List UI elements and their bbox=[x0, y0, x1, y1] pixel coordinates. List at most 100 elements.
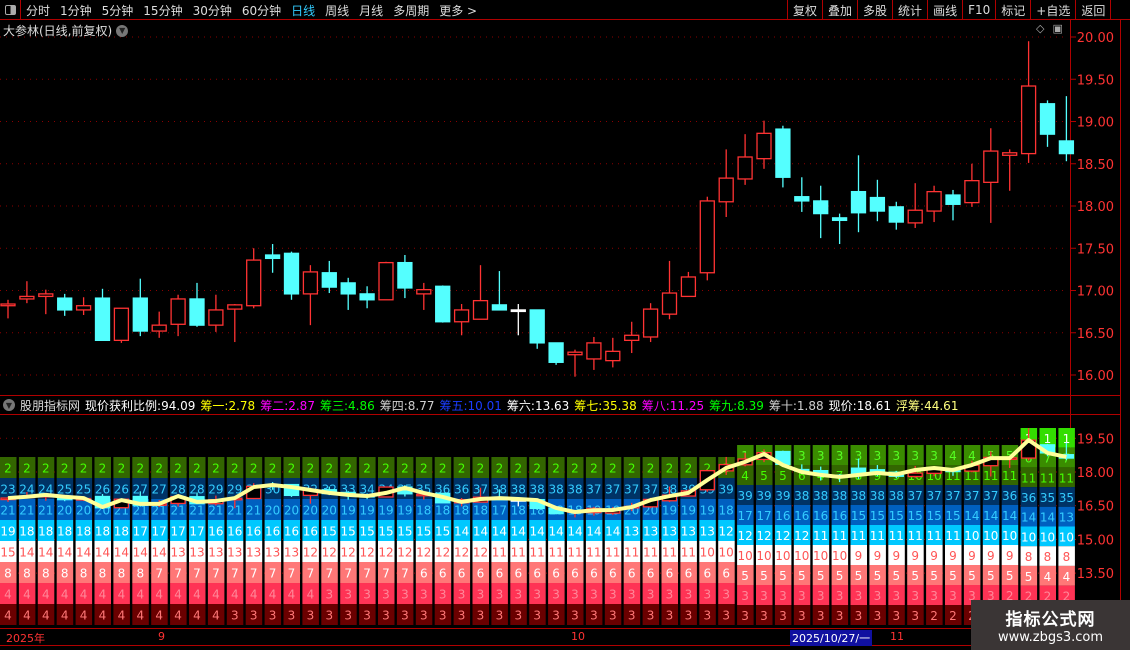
period-tab[interactable]: 月线 bbox=[354, 2, 388, 19]
candle bbox=[94, 288, 111, 342]
chip-value: 26 bbox=[114, 483, 129, 497]
toolbar-button[interactable]: F10 bbox=[962, 0, 995, 20]
legend-value: 11.25 bbox=[669, 398, 705, 413]
chip-value: 3 bbox=[458, 588, 466, 602]
chip-value: 16 bbox=[284, 525, 299, 539]
chip-value: 7 bbox=[269, 567, 277, 581]
chip-value: 6 bbox=[420, 567, 428, 581]
chip-value: 7 bbox=[307, 567, 315, 581]
toolbar-button[interactable]: 画线 bbox=[927, 0, 962, 20]
period-tab[interactable]: 日线 bbox=[286, 2, 320, 19]
candle bbox=[472, 265, 489, 320]
period-tab[interactable]: 周线 bbox=[320, 2, 354, 19]
chip-value: 11 bbox=[548, 546, 563, 560]
chip-distribution: 2232119158442242118148442242118148442252… bbox=[0, 428, 1075, 625]
chip-value: 18 bbox=[57, 525, 72, 539]
period-tab[interactable]: 60分钟 bbox=[237, 2, 286, 19]
toolbar-button[interactable]: 多股 bbox=[857, 0, 892, 20]
period-tab[interactable]: 1分钟 bbox=[55, 2, 97, 19]
chevron-down-icon[interactable]: ▼ bbox=[116, 24, 129, 37]
chip-value: 6 bbox=[628, 567, 636, 581]
indicator-tick-label: 18.00 bbox=[1077, 466, 1114, 481]
chip-value: 2 bbox=[99, 462, 107, 476]
chip-value: 13 bbox=[265, 546, 280, 560]
panel-toggle-icon[interactable]: ▣ bbox=[1052, 22, 1062, 35]
period-tab[interactable]: 15分钟 bbox=[138, 2, 187, 19]
chip-value: 17 bbox=[756, 509, 771, 523]
chip-value: 11 bbox=[681, 546, 696, 560]
chip-value: 2 bbox=[174, 462, 182, 476]
chip-value: 3 bbox=[439, 588, 447, 602]
period-tab[interactable]: 多周期 bbox=[388, 2, 434, 19]
legend-value: 13.63 bbox=[534, 398, 570, 413]
chip-value: 3 bbox=[741, 609, 749, 623]
chip-value: 5 bbox=[817, 569, 825, 583]
chip-value: 7 bbox=[193, 567, 201, 581]
panel-toggle-icon[interactable] bbox=[0, 0, 21, 20]
chip-value: 20 bbox=[284, 504, 299, 518]
chip-value: 3 bbox=[477, 588, 485, 602]
period-tab[interactable]: 更多 > bbox=[434, 2, 482, 19]
legend-item: 筹二:2.87 bbox=[260, 397, 315, 414]
period-tab[interactable]: 30分钟 bbox=[188, 2, 237, 19]
legend-label: 现价: bbox=[828, 398, 857, 413]
chip-value: 14 bbox=[567, 525, 582, 539]
legend-value: 94.09 bbox=[161, 398, 196, 413]
candle bbox=[605, 337, 621, 368]
chip-value: 12 bbox=[435, 546, 450, 560]
toolbar-button[interactable]: 返回 bbox=[1075, 0, 1112, 20]
chip-value: 15 bbox=[322, 525, 337, 539]
candle bbox=[0, 299, 16, 319]
chip-value: 37 bbox=[624, 483, 639, 497]
chip-value: 18 bbox=[435, 504, 450, 518]
toolbar-button[interactable]: +自选 bbox=[1030, 0, 1075, 20]
chip-value: 29 bbox=[208, 483, 223, 497]
chip-value: 17 bbox=[737, 509, 752, 523]
toolbar-button[interactable]: 叠加 bbox=[822, 0, 857, 20]
chip-value: 21 bbox=[19, 504, 34, 518]
toolbar-button[interactable]: 复权 bbox=[787, 0, 822, 20]
chip-value: 10 bbox=[756, 549, 771, 563]
chip-value: 3 bbox=[533, 609, 541, 623]
period-tab[interactable]: 5分钟 bbox=[97, 2, 139, 19]
candle-body bbox=[567, 351, 583, 356]
candles-main bbox=[0, 41, 1075, 377]
chip-value: 12 bbox=[756, 529, 771, 543]
chart-canvas[interactable]: 20.00 19.50 19.00 18.50 18.00 17.50 17.00 16.50… bbox=[0, 0, 1130, 650]
candle bbox=[567, 349, 583, 377]
candle bbox=[113, 307, 130, 343]
diamond-icon[interactable]: ◇ bbox=[1036, 22, 1044, 35]
chip-value: 3 bbox=[609, 588, 617, 602]
toolbar-button[interactable]: 标记 bbox=[995, 0, 1030, 20]
candle-body bbox=[907, 472, 923, 478]
chip-value: 20 bbox=[57, 504, 72, 518]
period-tab[interactable]: 分时 bbox=[21, 2, 55, 19]
chip-value: 4 bbox=[269, 588, 277, 602]
chip-value: 6 bbox=[666, 567, 674, 581]
chip-value: 3 bbox=[552, 609, 560, 623]
chip-value: 21 bbox=[0, 504, 15, 518]
chip-value: 3 bbox=[496, 588, 504, 602]
candle bbox=[945, 189, 961, 221]
legend-label: 筹一: bbox=[200, 398, 229, 413]
candle bbox=[718, 149, 734, 217]
chip-value: 3 bbox=[269, 609, 277, 623]
candle bbox=[831, 213, 848, 245]
chip-value: 2 bbox=[231, 462, 239, 476]
chip-value: 14 bbox=[548, 525, 563, 539]
chip-value: 13 bbox=[208, 546, 223, 560]
chip-value: 10 bbox=[1059, 530, 1074, 544]
chip-value: 4 bbox=[136, 609, 144, 623]
toolbar-button[interactable]: 统计 bbox=[892, 0, 927, 20]
candle bbox=[775, 125, 791, 188]
legend-label: 筹二: bbox=[260, 398, 289, 413]
chevron-down-icon[interactable]: ▼ bbox=[3, 399, 15, 411]
chip-value: 3 bbox=[250, 609, 258, 623]
chip-value: 19 bbox=[397, 504, 412, 518]
candle bbox=[151, 311, 167, 338]
chip-value: 20 bbox=[265, 504, 280, 518]
chip-value: 3 bbox=[628, 609, 636, 623]
side-panel-strip[interactable] bbox=[1120, 20, 1130, 630]
chip-value: 11 bbox=[530, 546, 545, 560]
chart-title: 大参林(日线,前复权) ▼ bbox=[3, 22, 129, 39]
